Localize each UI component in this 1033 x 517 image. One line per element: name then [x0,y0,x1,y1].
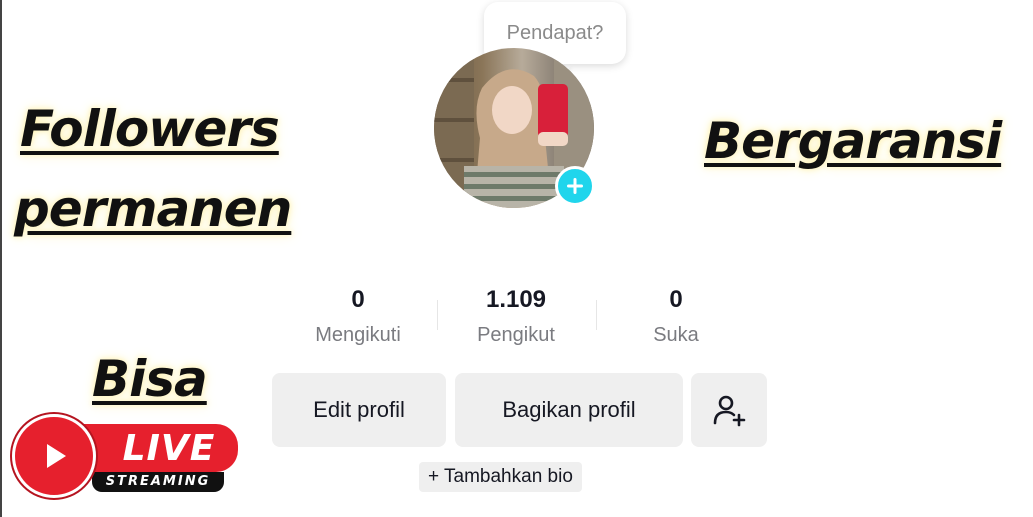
add-bio-button[interactable]: + Tambahkan bio [419,462,582,492]
add-avatar-button[interactable] [555,166,595,206]
share-profile-button[interactable]: Bagikan profil [455,373,683,447]
stat-divider [437,300,438,330]
live-text: LIVE [122,427,216,469]
add-friend-button[interactable] [691,373,767,447]
left-border [0,0,2,517]
play-icon [47,444,66,468]
live-streaming-badge: LIVE STREAMING [12,414,244,498]
live-banner: LIVE [78,424,238,472]
live-play-circle [12,414,96,498]
stat-followers-label: Pengikut [477,324,555,346]
add-user-icon [713,395,746,427]
streaming-text: STREAMING [92,472,224,492]
edit-profile-button[interactable]: Edit profil [272,373,446,447]
stat-likes-count: 0 [669,286,683,313]
stat-following[interactable]: 0 Mengikuti [300,286,416,347]
stat-likes-label: Suka [653,324,699,346]
stat-divider [596,300,597,330]
promo-bergaransi-text: Bergaransi [704,112,1002,170]
plus-icon [567,178,583,194]
promo-permanen-text: permanen [14,180,292,238]
stat-following-label: Mengikuti [315,324,401,346]
stat-followers-count: 1.109 [485,286,547,313]
stat-followers[interactable]: 1.109 Pengikut [458,286,574,347]
stat-following-count: 0 [351,286,365,313]
promo-followers-text: Followers [20,100,280,158]
profile-avatar-container[interactable] [434,48,602,208]
promo-bisa-text: Bisa [92,350,208,408]
stat-likes[interactable]: 0 Suka [618,286,734,347]
